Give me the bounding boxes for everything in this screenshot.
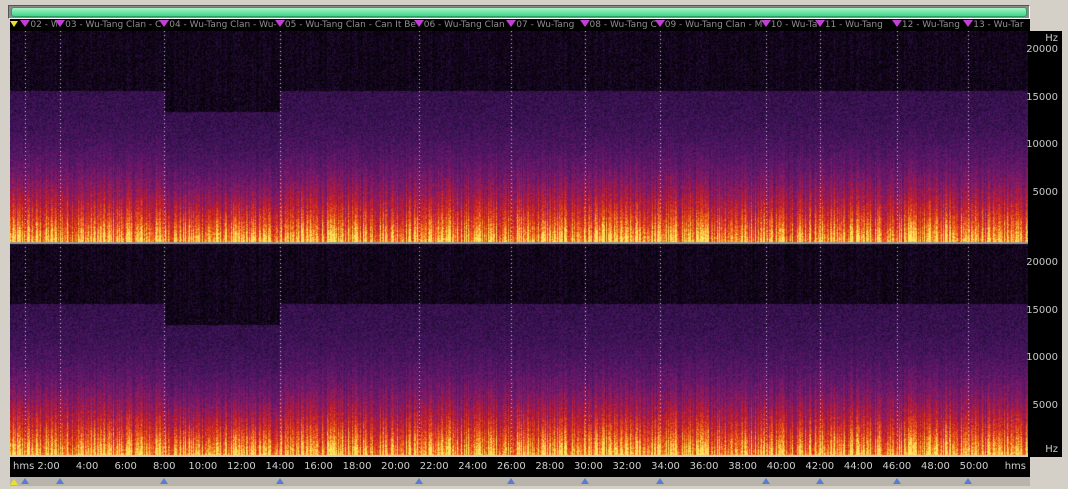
time-tick-label: 14:00 (265, 461, 295, 472)
time-tick-label: 20:00 (381, 461, 411, 472)
freq-tick-label: 15000 (1026, 91, 1058, 103)
playhead-top-icon[interactable] (10, 21, 18, 27)
horizontal-scroll-thumb[interactable] (11, 7, 1027, 17)
track-marker-label[interactable]: 05 - Wu-Tang Clan - Can It Be (285, 19, 416, 31)
time-tick-label: 48:00 (921, 461, 950, 472)
track-start-icon[interactable] (815, 478, 824, 484)
time-unit-right: hms (1004, 461, 1026, 472)
time-tick-label: 26:00 (496, 461, 526, 472)
track-marker-icon[interactable] (654, 20, 665, 27)
track-marker-label[interactable]: 10 - Wu-Ta (771, 19, 817, 31)
track-start-icon[interactable] (507, 478, 516, 484)
freq-tick-label: 15000 (1026, 304, 1058, 316)
time-tick-label: 36:00 (689, 461, 719, 472)
track-marker-icon[interactable] (159, 20, 170, 27)
time-tick-label: 28:00 (535, 461, 565, 472)
track-start-icon[interactable] (964, 478, 973, 484)
track-start-icon[interactable] (761, 478, 770, 484)
track-start-icon[interactable] (414, 478, 423, 484)
track-markers-bar: 02 - Wu 03 - Wu-Tang Clan - C 04 - Wu-Tang… (10, 19, 1030, 31)
track-marker-icon[interactable] (55, 20, 66, 27)
freq-unit-label: Hz (1045, 33, 1058, 44)
time-tick-label: 18:00 (342, 461, 372, 472)
marker-strip (10, 477, 1030, 486)
track-marker-icon[interactable] (413, 20, 424, 27)
time-tick-label: 46:00 (882, 461, 912, 472)
track-marker-label[interactable]: 12 - Wu-Tang (902, 19, 965, 31)
track-marker-label[interactable]: 09 - Wu-Tang Clan - Me (665, 19, 763, 31)
track-marker-label[interactable]: 13 - Wu-Tar (973, 19, 1025, 31)
time-unit-left: hms (13, 461, 35, 472)
track-marker-label[interactable]: 03 - Wu-Tang Clan - C (65, 19, 161, 31)
track-marker-icon[interactable] (891, 20, 902, 27)
track-marker-label[interactable]: 02 - Wu (30, 19, 57, 31)
track-marker-label[interactable]: 11 - Wu-Tang (825, 19, 894, 31)
freq-tick-label: 20000 (1026, 257, 1058, 269)
freq-tick-label: 5000 (1032, 186, 1058, 198)
track-start-icon[interactable] (160, 478, 169, 484)
track-start-icon[interactable] (655, 478, 664, 484)
time-tick-label: 6:00 (114, 461, 137, 472)
track-start-icon[interactable] (892, 478, 901, 484)
freq-tick-label: 5000 (1032, 399, 1058, 411)
time-tick-label: 42:00 (805, 461, 835, 472)
time-tick-label: 2:00 (37, 461, 60, 472)
track-marker-label[interactable]: 07 - Wu-Tang (516, 19, 581, 31)
time-tick-label: 32:00 (612, 461, 642, 472)
time-tick-label: 4:00 (75, 461, 99, 472)
track-marker-icon[interactable] (274, 20, 285, 27)
track-start-icon[interactable] (56, 478, 65, 484)
time-tick-label: 40:00 (766, 461, 796, 472)
track-marker-icon[interactable] (20, 20, 31, 27)
time-tick-label: 12:00 (226, 461, 256, 472)
track-marker-icon[interactable] (963, 20, 974, 27)
time-tick-label: 8:00 (153, 461, 176, 472)
track-marker-label[interactable]: 06 - Wu-Tang Clan (424, 19, 509, 31)
freq-tick-label: 10000 (1026, 139, 1058, 151)
track-marker-icon[interactable] (760, 20, 771, 27)
time-tick-label: 22:00 (419, 461, 449, 472)
track-start-icon[interactable] (580, 478, 589, 484)
track-start-icon[interactable] (275, 478, 284, 484)
track-marker-label[interactable]: 08 - Wu-Tang Cl (590, 19, 657, 31)
time-tick-label: 16:00 (304, 461, 333, 472)
horizontal-scrollbar[interactable] (8, 5, 1030, 19)
track-start-icon[interactable] (21, 478, 30, 484)
track-marker-icon[interactable] (579, 20, 590, 27)
freq-tick-label: 10000 (1026, 352, 1058, 364)
time-tick-label: 34:00 (651, 461, 680, 472)
time-axis: hms hms 2:00 4:00 6:00 8:00 10:00 12:00 14:00 1… (10, 457, 1030, 477)
freq-tick-label: 20000 (1026, 44, 1058, 56)
spectrogram-window: 02 - Wu 03 - Wu-Tang Clan - C 04 - Wu-Tang… (0, 0, 1068, 489)
time-tick-label: 30:00 (573, 461, 603, 472)
track-marker-icon[interactable] (506, 20, 517, 27)
frequency-axis: Hz 20000 15000 10000 5000 20000 15000 10000 500… (1026, 31, 1062, 457)
time-tick-label: 38:00 (728, 461, 758, 472)
track-marker-icon[interactable] (814, 20, 825, 27)
freq-unit-label-bottom: Hz (1045, 444, 1058, 455)
playhead-bottom-icon[interactable] (10, 479, 18, 485)
time-tick-label: 24:00 (458, 461, 488, 472)
spectrogram-view[interactable] (10, 31, 1028, 457)
time-tick-label: 44:00 (843, 461, 873, 472)
time-tick-label: 10:00 (188, 461, 218, 472)
time-tick-label: 50:00 (959, 461, 989, 472)
track-marker-label[interactable]: 04 - Wu-Tang Clan - Wu- (169, 19, 277, 31)
